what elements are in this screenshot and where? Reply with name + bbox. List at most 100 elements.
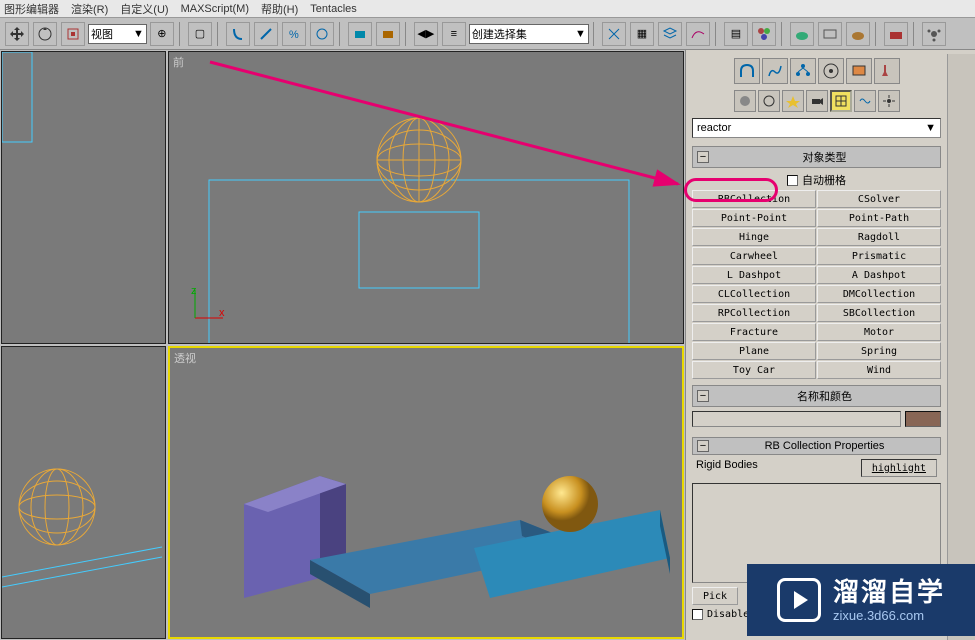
menu-item[interactable]: Tentacles: [310, 3, 356, 15]
obj-btn-hinge[interactable]: Hinge: [692, 228, 816, 246]
modify-tab-icon[interactable]: [762, 58, 788, 84]
obj-btn-pointpoint[interactable]: Point-Point: [692, 209, 816, 227]
object-type-grid: RBCollection CSolver Point-Point Point-P…: [692, 190, 941, 379]
obj-btn-motor[interactable]: Motor: [817, 323, 941, 341]
lights-cat-icon[interactable]: [782, 90, 804, 112]
menu-item[interactable]: MAXScript(M): [181, 3, 249, 15]
viewport-perspective[interactable]: 透视: [168, 346, 684, 639]
cameras-cat-icon[interactable]: [806, 90, 828, 112]
quick-render-icon[interactable]: [846, 22, 870, 46]
svg-text:z: z: [191, 285, 197, 297]
pick-button[interactable]: Pick: [692, 587, 738, 605]
schematic-icon[interactable]: ▤: [724, 22, 748, 46]
coord-icon[interactable]: ⊕: [150, 22, 174, 46]
menu-item[interactable]: 自定义(U): [120, 1, 168, 17]
rollout-name-color[interactable]: − 名称和颜色: [692, 385, 941, 407]
snap-spinner-icon[interactable]: [310, 22, 334, 46]
viewport-top[interactable]: [1, 51, 166, 344]
obj-btn-clcollection[interactable]: CLCollection: [692, 285, 816, 303]
selection-set-combo[interactable]: 创建选择集▼: [469, 24, 589, 44]
display-tab-icon[interactable]: [846, 58, 872, 84]
obj-btn-rbcollection[interactable]: RBCollection: [692, 190, 816, 208]
obj-btn-fracture[interactable]: Fracture: [692, 323, 816, 341]
collapse-icon[interactable]: −: [697, 440, 709, 452]
collapse-icon[interactable]: −: [697, 390, 709, 402]
obj-btn-prismatic[interactable]: Prismatic: [817, 247, 941, 265]
named-sel-add-icon[interactable]: [376, 22, 400, 46]
render-frame-icon[interactable]: [818, 22, 842, 46]
snap-angle-icon[interactable]: [254, 22, 278, 46]
create-tab-icon[interactable]: [734, 58, 760, 84]
obj-btn-toycar[interactable]: Toy Car: [692, 361, 816, 379]
obj-btn-wind[interactable]: Wind: [817, 361, 941, 379]
utilities-tab-icon[interactable]: [874, 58, 900, 84]
obj-btn-ragdoll[interactable]: Ragdoll: [817, 228, 941, 246]
disabled-checkbox[interactable]: [692, 609, 703, 620]
play-icon: [777, 578, 821, 622]
named-sel-icon[interactable]: [348, 22, 372, 46]
watermark-title: 溜溜自学: [833, 577, 945, 608]
align-icon[interactable]: ≡: [442, 22, 466, 46]
material-icon[interactable]: [752, 22, 776, 46]
panel-tabs: [692, 58, 941, 84]
align-tool-icon[interactable]: ▦: [630, 22, 654, 46]
rotate-tool-icon[interactable]: [33, 22, 57, 46]
view-combo[interactable]: 视图▼: [88, 24, 147, 44]
menu-bar: 图形编辑器 渲染(R) 自定义(U) MAXScript(M) 帮助(H) Te…: [0, 0, 975, 18]
systems-cat-icon[interactable]: [878, 90, 900, 112]
obj-btn-pointpath[interactable]: Point-Path: [817, 209, 941, 227]
viewport-left[interactable]: [1, 346, 166, 639]
curve-editor-icon[interactable]: [686, 22, 710, 46]
rollout-object-types[interactable]: − 对象类型: [692, 146, 941, 168]
menu-item[interactable]: 帮助(H): [261, 1, 298, 17]
obj-btn-rpcollection[interactable]: RPCollection: [692, 304, 816, 322]
main-toolbar: 视图▼ ⊕ ▢ % ◀▶ ≡ 创建选择集▼ ▦ ▤: [0, 18, 975, 50]
spacewarps-cat-icon[interactable]: [854, 90, 876, 112]
mirror-icon[interactable]: ◀▶: [414, 22, 438, 46]
highlight-button[interactable]: highlight: [861, 459, 937, 477]
create-category-row: [692, 90, 941, 112]
select-icon[interactable]: ▢: [188, 22, 212, 46]
obj-btn-dmcollection[interactable]: DMCollection: [817, 285, 941, 303]
snap-percent-icon[interactable]: %: [282, 22, 306, 46]
collapse-icon[interactable]: −: [697, 151, 709, 163]
geometry-cat-icon[interactable]: [734, 90, 756, 112]
snap-icon[interactable]: [226, 22, 250, 46]
autogrid-checkbox[interactable]: [787, 175, 798, 186]
helpers-cat-icon[interactable]: [830, 90, 852, 112]
rigid-bodies-label: Rigid Bodies: [696, 459, 758, 477]
motion-tab-icon[interactable]: [818, 58, 844, 84]
obj-btn-ldashpot[interactable]: L Dashpot: [692, 266, 816, 284]
layers-icon[interactable]: [658, 22, 682, 46]
obj-btn-adashpot[interactable]: A Dashpot: [817, 266, 941, 284]
svg-text:x: x: [219, 307, 225, 319]
rollout-rb-properties[interactable]: − RB Collection Properties: [692, 437, 941, 455]
menu-item[interactable]: 图形编辑器: [4, 1, 59, 17]
scale-tool-icon[interactable]: [61, 22, 85, 46]
reactor-icon[interactable]: [922, 22, 946, 46]
object-name-field[interactable]: [692, 411, 901, 427]
viewport-front[interactable]: 前 xz: [168, 51, 684, 344]
move-tool-icon[interactable]: [5, 22, 29, 46]
watermark-badge: 溜溜自学 zixue.3d66.com: [747, 564, 975, 636]
obj-btn-csolver[interactable]: CSolver: [817, 190, 941, 208]
autogrid-label: 自动栅格: [802, 172, 846, 188]
obj-btn-sbcollection[interactable]: SBCollection: [817, 304, 941, 322]
axis-gizmo: xz: [189, 284, 229, 327]
menu-item[interactable]: 渲染(R): [71, 1, 108, 17]
category-dropdown[interactable]: reactor▼: [692, 118, 941, 138]
svg-text:%: %: [289, 29, 299, 41]
shapes-cat-icon[interactable]: [758, 90, 780, 112]
command-panel: reactor▼ − 对象类型 自动栅格 RBCollection CSolve…: [685, 50, 975, 640]
obj-btn-carwheel[interactable]: Carwheel: [692, 247, 816, 265]
asset-icon[interactable]: [884, 22, 908, 46]
hierarchy-tab-icon[interactable]: [790, 58, 816, 84]
viewport-area: 前 xz: [0, 50, 685, 640]
obj-btn-spring[interactable]: Spring: [817, 342, 941, 360]
mirror-tool-icon[interactable]: [602, 22, 626, 46]
watermark-url: zixue.3d66.com: [833, 608, 945, 624]
render-setup-icon[interactable]: [790, 22, 814, 46]
obj-btn-plane[interactable]: Plane: [692, 342, 816, 360]
panel-scrollbar[interactable]: [947, 54, 975, 640]
object-color-swatch[interactable]: [905, 411, 941, 427]
